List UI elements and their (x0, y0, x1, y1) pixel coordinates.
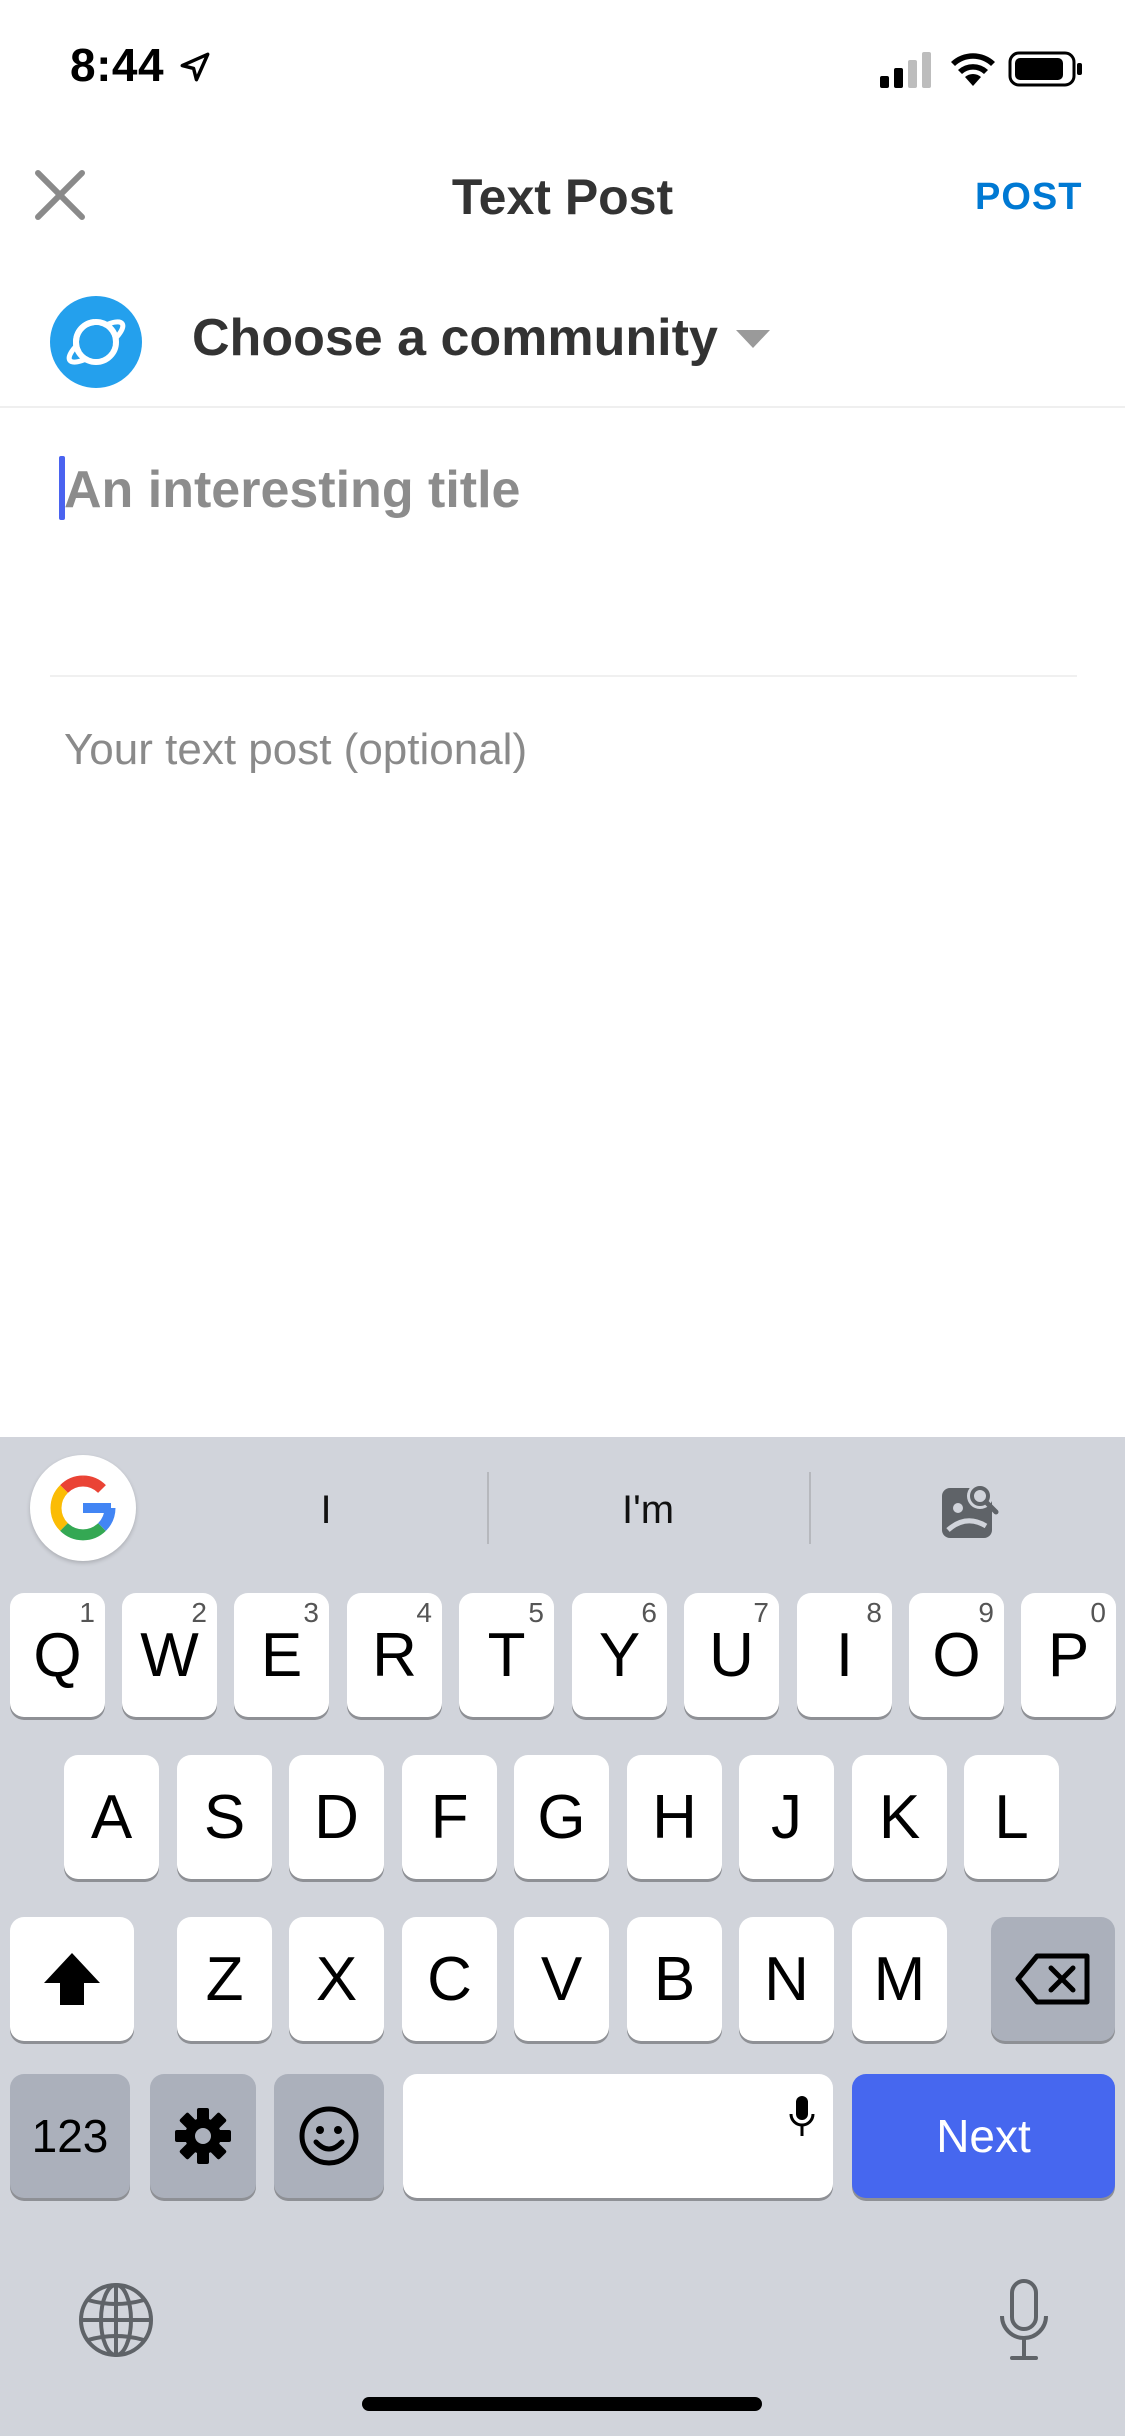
key-x[interactable]: X (289, 1917, 384, 2041)
suggestion-divider (487, 1472, 489, 1544)
key-o[interactable]: O9 (909, 1593, 1004, 1717)
divider (0, 406, 1125, 408)
key-s[interactable]: S (177, 1755, 272, 1879)
key-l[interactable]: L (964, 1755, 1059, 1879)
key-j[interactable]: J (739, 1755, 834, 1879)
body-text-input[interactable]: Your text post (optional) (64, 725, 527, 775)
key-y[interactable]: Y6 (572, 1593, 667, 1717)
shift-key[interactable] (10, 1917, 134, 2041)
wifi-icon (951, 53, 995, 86)
suggestion-1[interactable]: I (226, 1488, 426, 1533)
key-z[interactable]: Z (177, 1917, 272, 2041)
key-i[interactable]: I8 (797, 1593, 892, 1717)
key-k[interactable]: K (852, 1755, 947, 1879)
key-m[interactable]: M (852, 1917, 947, 2041)
settings-key[interactable] (150, 2074, 256, 2198)
divider (50, 675, 1077, 677)
suggestion-divider (809, 1472, 811, 1544)
location-arrow-icon (180, 52, 210, 82)
home-indicator (362, 2397, 762, 2411)
key-v[interactable]: V (514, 1917, 609, 2041)
emoji-key[interactable] (274, 2074, 384, 2198)
key-r[interactable]: R4 (347, 1593, 442, 1717)
numbers-key[interactable]: 123 (10, 2074, 130, 2198)
gear-icon (175, 2108, 231, 2164)
post-button[interactable]: POST (975, 176, 1082, 219)
suggestion-2[interactable]: I'm (548, 1488, 748, 1533)
chevron-down-icon (736, 330, 770, 348)
backspace-icon (1015, 1953, 1090, 2005)
google-lens-icon[interactable] (940, 1478, 1004, 1542)
battery-icon (1008, 51, 1082, 87)
key-a[interactable]: A (64, 1755, 159, 1879)
key-f[interactable]: F (402, 1755, 497, 1879)
emoji-icon (299, 2106, 359, 2166)
key-n[interactable]: N (739, 1917, 834, 2041)
key-c[interactable]: C (402, 1917, 497, 2041)
key-u[interactable]: U7 (684, 1593, 779, 1717)
cellular-signal-icon (880, 52, 931, 88)
globe-icon[interactable] (76, 2280, 156, 2360)
choose-community-label: Choose a community (192, 309, 718, 367)
key-b[interactable]: B (627, 1917, 722, 2041)
key-e[interactable]: E3 (234, 1593, 329, 1717)
next-key[interactable]: Next (852, 2074, 1115, 2198)
key-h[interactable]: H (627, 1755, 722, 1879)
text-cursor (59, 456, 65, 520)
key-d[interactable]: D (289, 1755, 384, 1879)
title-placeholder: An interesting title (64, 461, 521, 519)
key-t[interactable]: T5 (459, 1593, 554, 1717)
shift-icon (44, 1953, 100, 2005)
page-title: Text Post (451, 169, 674, 225)
google-button[interactable] (30, 1455, 136, 1561)
microphone-icon (789, 2096, 815, 2136)
planet-icon (50, 296, 142, 388)
backspace-key[interactable] (991, 1917, 1115, 2041)
google-logo-icon (50, 1475, 116, 1541)
dictation-microphone-icon[interactable] (996, 2278, 1052, 2364)
key-q[interactable]: Q1 (10, 1593, 105, 1717)
status-time: 8:44 (70, 39, 165, 91)
key-w[interactable]: W2 (122, 1593, 217, 1717)
key-g[interactable]: G (514, 1755, 609, 1879)
space-key[interactable] (403, 2074, 833, 2198)
key-p[interactable]: P0 (1021, 1593, 1116, 1717)
